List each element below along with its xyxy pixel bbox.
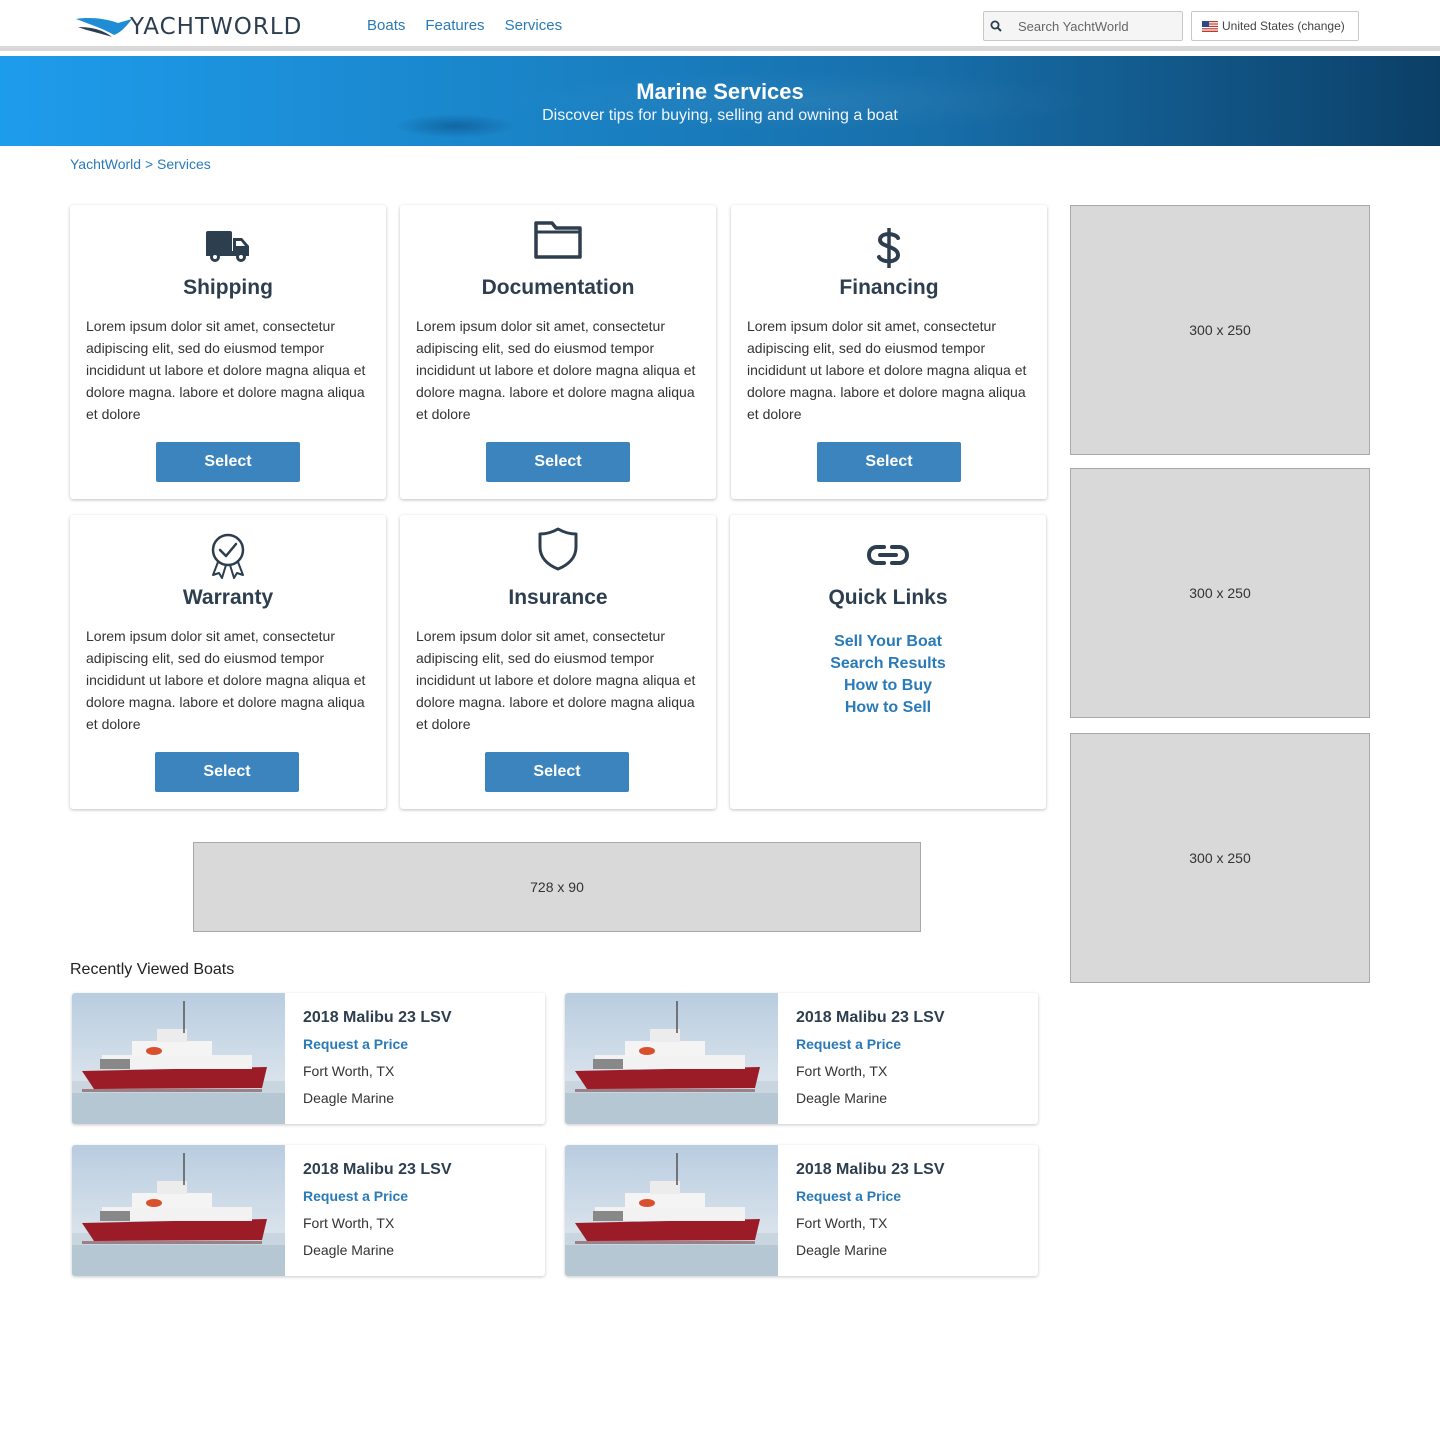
top-header: YACHTWORLD Boats Features Services Unite…	[0, 0, 1440, 51]
boat-location: Fort Worth, TX	[303, 1215, 395, 1231]
boat-location: Fort Worth, TX	[303, 1063, 395, 1079]
boat-name[interactable]: 2018 Malibu 23 LSV	[303, 1009, 452, 1027]
breadcrumb-home[interactable]: YachtWorld	[70, 156, 141, 172]
recent-boat-card[interactable]: 2018 Malibu 23 LSV Request a Price Fort …	[565, 993, 1038, 1124]
select-warranty-button[interactable]: Select	[155, 752, 299, 792]
hero-banner: Marine Services Discover tips for buying…	[0, 56, 1440, 146]
recent-boat-card[interactable]: 2018 Malibu 23 LSV Request a Price Fort …	[72, 1145, 545, 1276]
country-label: United States (change)	[1222, 19, 1345, 33]
country-selector[interactable]: United States (change)	[1191, 11, 1359, 41]
boat-dealer: Deagle Marine	[303, 1242, 395, 1258]
truck-icon	[70, 223, 386, 267]
search-box	[983, 11, 1183, 41]
quick-link-search-results[interactable]: Search Results	[730, 653, 1046, 675]
quick-links-card: Quick Links Sell Your Boat Search Result…	[730, 515, 1046, 809]
boat-photo[interactable]	[565, 1145, 778, 1276]
boat-dealer: Deagle Marine	[796, 1242, 888, 1258]
search-input[interactable]	[1008, 13, 1178, 39]
card-title: Financing	[839, 276, 939, 299]
recent-boat-card[interactable]: 2018 Malibu 23 LSV Request a Price Fort …	[565, 1145, 1038, 1276]
breadcrumb: YachtWorld > Services	[70, 156, 211, 172]
folder-icon	[400, 221, 716, 267]
card-description: Lorem ipsum dolor sit amet, consectetur …	[86, 628, 366, 732]
request-price-link[interactable]: Request a Price	[303, 1036, 408, 1052]
boat-photo[interactable]	[72, 1145, 285, 1276]
select-financing-button[interactable]: Select	[817, 442, 961, 482]
select-insurance-button[interactable]: Select	[485, 752, 629, 792]
quick-link-how-to-buy[interactable]: How to Buy	[730, 675, 1046, 697]
breadcrumb-separator: >	[141, 156, 158, 172]
card-description: Lorem ipsum dolor sit amet, consectetur …	[747, 318, 1027, 422]
yachtworld-logo[interactable]: YACHTWORLD	[74, 14, 336, 40]
card-title: Insurance	[508, 586, 608, 609]
nav-services[interactable]: Services	[505, 17, 563, 34]
recent-boat-card[interactable]: 2018 Malibu 23 LSV Request a Price Fort …	[72, 993, 545, 1124]
request-price-link[interactable]: Request a Price	[796, 1036, 901, 1052]
boat-location: Fort Worth, TX	[796, 1215, 888, 1231]
card-title: Shipping	[183, 276, 273, 299]
side-ad-2[interactable]: 300 x 250	[1070, 468, 1370, 718]
request-price-link[interactable]: Request a Price	[796, 1188, 901, 1204]
side-ad-1[interactable]: 300 x 250	[1070, 205, 1370, 455]
service-card-financing: Financing Lorem ipsum dolor sit amet, co…	[731, 205, 1047, 499]
request-price-link[interactable]: Request a Price	[303, 1188, 408, 1204]
us-flag-icon	[1202, 20, 1218, 32]
breadcrumb-current[interactable]: Services	[157, 156, 211, 172]
page-title: Marine Services	[636, 79, 804, 104]
recently-viewed-title: Recently Viewed Boats	[70, 961, 235, 978]
boat-dealer: Deagle Marine	[303, 1090, 395, 1106]
shield-icon	[400, 527, 716, 577]
nav-features[interactable]: Features	[425, 17, 484, 34]
card-description: Lorem ipsum dolor sit amet, consectetur …	[86, 318, 366, 422]
logo-swoosh-icon	[76, 18, 132, 37]
quick-links-title: Quick Links	[828, 586, 948, 609]
quick-links-list: Sell Your Boat Search Results How to Buy…	[730, 631, 1046, 719]
quick-link-sell-your-boat[interactable]: Sell Your Boat	[730, 631, 1046, 653]
card-title: Documentation	[481, 276, 635, 299]
logo-text: YACHTWORLD	[130, 14, 303, 40]
side-ad-3[interactable]: 300 x 250	[1070, 733, 1370, 983]
boat-name[interactable]: 2018 Malibu 23 LSV	[796, 1009, 945, 1027]
link-icon	[730, 533, 1046, 577]
service-card-documentation: Documentation Lorem ipsum dolor sit amet…	[400, 205, 716, 499]
search-icon[interactable]	[984, 12, 1008, 40]
service-card-shipping: Shipping Lorem ipsum dolor sit amet, con…	[70, 205, 386, 499]
service-card-warranty: Warranty Lorem ipsum dolor sit amet, con…	[70, 515, 386, 809]
card-description: Lorem ipsum dolor sit amet, consectetur …	[416, 628, 696, 732]
award-ribbon-icon	[70, 533, 386, 579]
quick-link-how-to-sell[interactable]: How to Sell	[730, 697, 1046, 719]
banner-ad[interactable]: 728 x 90	[193, 842, 921, 932]
boat-dealer: Deagle Marine	[796, 1090, 888, 1106]
page-subtitle: Discover tips for buying, selling and ow…	[542, 107, 898, 124]
select-shipping-button[interactable]: Select	[156, 442, 300, 482]
service-card-insurance: Insurance Lorem ipsum dolor sit amet, co…	[400, 515, 716, 809]
nav-boats[interactable]: Boats	[367, 17, 405, 34]
boat-name[interactable]: 2018 Malibu 23 LSV	[796, 1161, 945, 1179]
main-nav: Boats Features Services	[367, 17, 562, 34]
dollar-icon	[731, 223, 1047, 268]
card-description: Lorem ipsum dolor sit amet, consectetur …	[416, 318, 696, 422]
boat-location: Fort Worth, TX	[796, 1063, 888, 1079]
select-documentation-button[interactable]: Select	[486, 442, 630, 482]
boat-name[interactable]: 2018 Malibu 23 LSV	[303, 1161, 452, 1179]
boat-photo[interactable]	[72, 993, 285, 1124]
boat-photo[interactable]	[565, 993, 778, 1124]
card-title: Warranty	[182, 586, 274, 609]
